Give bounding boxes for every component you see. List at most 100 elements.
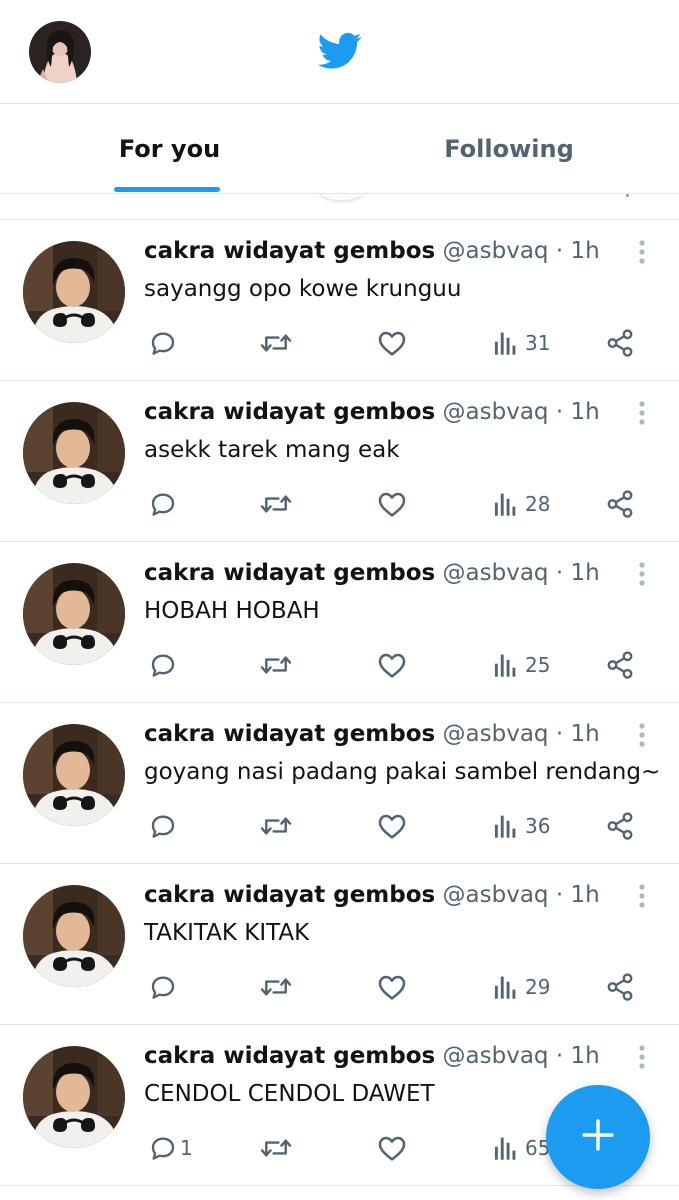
previous-tweet-edge xyxy=(0,194,679,220)
reply-button[interactable] xyxy=(148,326,180,360)
retweet-icon xyxy=(259,1133,293,1163)
meta-separator: · xyxy=(548,1043,571,1069)
share-button[interactable] xyxy=(605,487,635,521)
like-button[interactable] xyxy=(376,487,408,521)
tweet-avatar[interactable] xyxy=(23,1046,125,1148)
author-name[interactable]: cakra widayat gembos xyxy=(144,1043,435,1069)
views-button[interactable]: 25 xyxy=(493,648,550,682)
tweet[interactable]: cakra widayat gembos @asbvaq · 1h asekk … xyxy=(0,381,679,542)
profile-avatar[interactable] xyxy=(29,21,91,83)
tweet-avatar[interactable] xyxy=(23,563,125,665)
reply-button[interactable] xyxy=(148,970,180,1004)
twitter-bird-icon[interactable] xyxy=(317,32,362,70)
heart-icon xyxy=(376,489,408,519)
tab-following-label: Following xyxy=(444,135,574,163)
compose-button[interactable] xyxy=(546,1085,650,1189)
author-handle[interactable]: @asbvaq xyxy=(443,1043,549,1069)
like-button[interactable] xyxy=(376,809,408,843)
retweet-icon xyxy=(259,650,293,680)
views-count: 31 xyxy=(525,331,551,355)
reply-button[interactable] xyxy=(148,648,180,682)
views-icon xyxy=(493,813,519,839)
tweet-avatar[interactable] xyxy=(23,885,125,987)
views-icon xyxy=(493,491,519,517)
reply-button[interactable]: 1 xyxy=(148,1131,193,1165)
tweet-time[interactable]: 1h xyxy=(570,721,599,747)
author-handle[interactable]: @asbvaq xyxy=(443,560,549,586)
tweet-header: cakra widayat gembos @asbvaq · 1h xyxy=(144,560,600,586)
retweet-button[interactable] xyxy=(259,809,293,843)
tweet-header: cakra widayat gembos @asbvaq · 1h xyxy=(144,721,600,747)
author-name[interactable]: cakra widayat gembos xyxy=(144,560,435,586)
share-icon xyxy=(605,650,635,680)
author-handle[interactable]: @asbvaq xyxy=(443,238,549,264)
tweet-text: asekk tarek mang eak xyxy=(144,437,400,463)
retweet-button[interactable] xyxy=(259,648,293,682)
plus-icon xyxy=(580,1117,616,1157)
meta-separator: · xyxy=(548,721,571,747)
active-tab-indicator xyxy=(114,187,220,192)
tab-for-you[interactable]: For you xyxy=(0,104,339,194)
heart-icon xyxy=(376,650,408,680)
tweet-time[interactable]: 1h xyxy=(570,560,599,586)
share-button[interactable] xyxy=(605,326,635,360)
retweet-button[interactable] xyxy=(259,1131,293,1165)
author-handle[interactable]: @asbvaq xyxy=(443,399,549,425)
tweet-header: cakra widayat gembos @asbvaq · 1h xyxy=(144,399,600,425)
tab-following[interactable]: Following xyxy=(339,104,679,194)
more-options-icon[interactable] xyxy=(632,882,652,912)
tweet[interactable]: cakra widayat gembos @asbvaq · 1h goyang… xyxy=(0,703,679,864)
reply-icon xyxy=(148,489,178,519)
more-options-icon[interactable] xyxy=(632,721,652,751)
author-handle[interactable]: @asbvaq xyxy=(443,721,549,747)
author-handle[interactable]: @asbvaq xyxy=(443,882,549,908)
timeline-tabs: For you Following xyxy=(0,104,679,194)
like-button[interactable] xyxy=(376,970,408,1004)
share-button[interactable] xyxy=(605,809,635,843)
retweet-button[interactable] xyxy=(259,326,293,360)
share-button[interactable] xyxy=(605,970,635,1004)
retweet-icon xyxy=(259,328,293,358)
heart-icon xyxy=(376,1133,408,1163)
tweet-avatar[interactable] xyxy=(23,402,125,504)
retweet-icon xyxy=(259,972,293,1002)
views-count: 25 xyxy=(525,653,551,677)
heart-icon xyxy=(376,972,408,1002)
like-button[interactable] xyxy=(376,326,408,360)
tweet-time[interactable]: 1h xyxy=(570,238,599,264)
more-options-icon[interactable] xyxy=(632,238,652,268)
author-name[interactable]: cakra widayat gembos xyxy=(144,721,435,747)
tweet-time[interactable]: 1h xyxy=(570,1043,599,1069)
reply-button[interactable] xyxy=(148,809,180,843)
views-button[interactable]: 29 xyxy=(493,970,550,1004)
reply-icon xyxy=(148,811,178,841)
tweet[interactable]: cakra widayat gembos @asbvaq · 1h sayang… xyxy=(0,220,679,381)
views-button[interactable]: 36 xyxy=(493,809,550,843)
author-name[interactable]: cakra widayat gembos xyxy=(144,882,435,908)
top-bar xyxy=(0,0,679,104)
tweet-text: sayangg opo kowe krunguu xyxy=(144,276,462,302)
reply-button[interactable] xyxy=(148,487,180,521)
author-name[interactable]: cakra widayat gembos xyxy=(144,238,435,264)
more-options-icon[interactable] xyxy=(632,399,652,429)
more-options-icon[interactable] xyxy=(632,1043,652,1073)
views-button[interactable]: 65 xyxy=(493,1131,550,1165)
more-options-icon[interactable] xyxy=(632,560,652,590)
views-button[interactable]: 28 xyxy=(493,487,550,521)
like-button[interactable] xyxy=(376,1131,408,1165)
tweet-avatar[interactable] xyxy=(23,724,125,826)
tweet-time[interactable]: 1h xyxy=(570,399,599,425)
views-button[interactable]: 31 xyxy=(493,326,550,360)
share-button[interactable] xyxy=(605,648,635,682)
tweet-avatar[interactable] xyxy=(23,241,125,343)
tweet[interactable]: cakra widayat gembos @asbvaq · 1h HOBAH … xyxy=(0,542,679,703)
author-name[interactable]: cakra widayat gembos xyxy=(144,399,435,425)
like-button[interactable] xyxy=(376,648,408,682)
views-icon xyxy=(493,974,519,1000)
tweet[interactable]: cakra widayat gembos @asbvaq · 1h TAKITA… xyxy=(0,864,679,1025)
tweet-time[interactable]: 1h xyxy=(570,882,599,908)
meta-separator: · xyxy=(548,560,571,586)
retweet-button[interactable] xyxy=(259,487,293,521)
retweet-button[interactable] xyxy=(259,970,293,1004)
reply-icon xyxy=(148,328,178,358)
